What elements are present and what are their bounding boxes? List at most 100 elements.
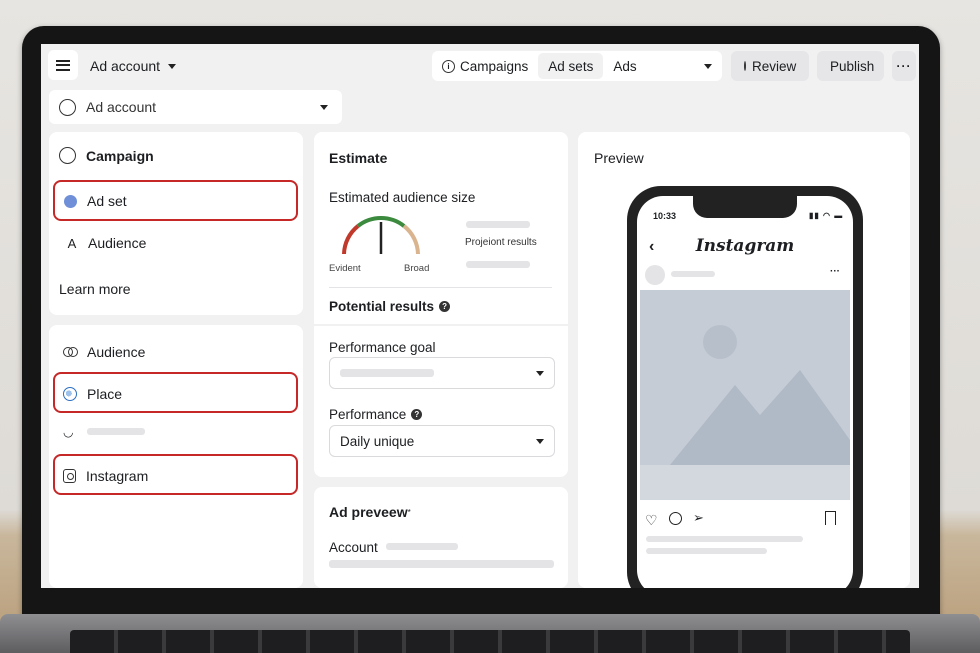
- gauge-right-label: Broad: [404, 263, 429, 274]
- structure-panel: Campaign Ad set A Audience Learn more: [49, 132, 303, 315]
- share-icon[interactable]: ➢: [693, 510, 704, 526]
- audience-size-label: Estimated audience size: [329, 190, 475, 205]
- adset-label: Ad set: [87, 193, 127, 209]
- audience-row-label: Audience: [87, 344, 146, 360]
- selected-dot-icon: [64, 194, 77, 208]
- more-icon: ···: [896, 59, 912, 73]
- globe-icon: [63, 387, 77, 401]
- tab-ad-sets[interactable]: Ad sets: [538, 53, 604, 79]
- gauge-right-text: Broad: [404, 263, 430, 274]
- placeholder-bar: [466, 221, 530, 228]
- phone-notch: [693, 196, 797, 218]
- ad-preview-panel: Ad preveew * Account: [314, 487, 568, 588]
- gauge-tan-segment: [402, 224, 420, 255]
- preview-title: Preview: [594, 150, 644, 166]
- bookmark-icon[interactable]: [825, 511, 836, 525]
- level-tabs: i Campaigns Ad sets Ads: [432, 51, 722, 81]
- tab-ad-sets-label: Ad sets: [548, 58, 594, 74]
- placeholder-bar: [340, 369, 434, 377]
- placeholder-bar: [329, 560, 554, 568]
- gauge-red-segment: [342, 224, 360, 255]
- help-icon[interactable]: ?: [411, 409, 423, 420]
- more-options-button[interactable]: ···: [892, 51, 916, 81]
- performance-goal-select[interactable]: [329, 357, 555, 389]
- instagram-icon: [63, 469, 76, 483]
- audience-row[interactable]: Audience: [63, 344, 145, 360]
- placeholder-bar: [466, 261, 530, 268]
- status-icons: ▮▮ ◠ ▬: [809, 211, 844, 220]
- learn-more-link[interactable]: Learn more: [59, 281, 131, 297]
- like-icon[interactable]: ♡: [645, 512, 658, 529]
- radio-icon: [59, 147, 76, 164]
- potential-results-heading: Potential results ?: [329, 299, 451, 314]
- account-dropdown-value: Ad account: [86, 99, 157, 115]
- audience-label: Audience: [88, 235, 147, 251]
- status-time: 10:33: [653, 211, 677, 221]
- place-row[interactable]: Place: [63, 386, 122, 402]
- sun-shape: [703, 325, 737, 359]
- instagram-row[interactable]: Instagram: [63, 468, 148, 484]
- image-placeholder-icon: [640, 290, 850, 500]
- tab-campaigns[interactable]: i Campaigns: [432, 53, 538, 79]
- account-label: Account: [329, 540, 378, 555]
- spinner-icon: ◡: [63, 425, 74, 439]
- estimate-panel: Estimate Estimated audience size Evident…: [314, 132, 568, 477]
- performance-select-value: Daily unique: [340, 433, 415, 449]
- post-image: [640, 290, 850, 500]
- section-gap: [314, 324, 568, 326]
- campaign-item[interactable]: Campaign: [59, 147, 154, 164]
- help-icon[interactable]: ?: [439, 301, 451, 312]
- account-switcher[interactable]: Ad account: [90, 58, 177, 74]
- tab-ads-label: Ads: [613, 58, 637, 74]
- placeholder-bar: [646, 548, 767, 554]
- performance-label: Performance ?: [329, 407, 423, 422]
- performance-text: Performance: [329, 407, 407, 422]
- avatar[interactable]: [645, 265, 665, 285]
- post-more-icon[interactable]: ···: [830, 266, 840, 277]
- publish-button[interactable]: Publish: [817, 51, 884, 81]
- radio-icon: [59, 98, 76, 116]
- preview-title-text: Preview: [594, 150, 644, 166]
- instagram-label: Instagram: [86, 468, 149, 484]
- chevron-down-icon[interactable]: [704, 63, 712, 69]
- hamburger-icon: [56, 59, 70, 71]
- preview-panel: Preview 10:33 ▮▮ ◠ ▬ ‹ Instagram ··· ♡ ➢: [578, 132, 910, 588]
- review-button[interactable]: Review: [731, 51, 809, 81]
- ad-preview-title-text: Ad preveew: [329, 504, 408, 520]
- ad-preview-title-mark: *: [407, 507, 411, 517]
- estimate-title: Estimate: [329, 150, 387, 166]
- screen: Ad account i Campaigns Ad sets Ads Revie…: [41, 44, 919, 588]
- comment-icon[interactable]: [669, 512, 682, 525]
- adset-item[interactable]: Ad set: [64, 193, 127, 209]
- placements-panel: Audience Place ◡ Instagram: [49, 325, 303, 588]
- top-bar: Ad account i Campaigns Ad sets Ads Revie…: [41, 44, 919, 88]
- placeholder-bar: [671, 271, 715, 277]
- publish-label: Publish: [830, 58, 875, 74]
- ad-preview-title: Ad preveew *: [329, 504, 411, 520]
- place-label: Place: [87, 386, 123, 402]
- info-icon: i: [442, 59, 455, 73]
- tab-ads[interactable]: Ads: [603, 53, 646, 79]
- audience-item[interactable]: A Audience: [64, 235, 147, 251]
- chevron-down-icon: [320, 104, 328, 110]
- audience-icon: A: [67, 235, 77, 251]
- placeholder-bar: [87, 428, 145, 435]
- account-switcher-label: Ad account: [90, 58, 161, 74]
- tab-campaigns-label: Campaigns: [460, 58, 529, 74]
- projected-results-label: Projeiont results: [465, 237, 537, 248]
- keyboard: [70, 630, 910, 653]
- menu-button[interactable]: [48, 50, 78, 80]
- estimate-title-text: Estimate: [329, 150, 388, 166]
- learn-more-label: Learn more: [59, 281, 131, 297]
- phone-mockup: 10:33 ▮▮ ◠ ▬ ‹ Instagram ··· ♡ ➢: [627, 186, 863, 588]
- account-dropdown[interactable]: Ad account: [49, 90, 342, 124]
- divider: [329, 287, 552, 288]
- placeholder-bar: [386, 543, 458, 550]
- potential-results-text: Potential results: [329, 299, 435, 314]
- loading-row: ◡: [63, 425, 73, 439]
- placeholder-bar: [646, 536, 803, 542]
- circle-icon: [744, 61, 746, 71]
- projected-results-text: Projeiont results: [465, 237, 537, 248]
- performance-select[interactable]: Daily unique: [329, 425, 555, 457]
- performance-goal-label: Performance goal: [329, 340, 436, 355]
